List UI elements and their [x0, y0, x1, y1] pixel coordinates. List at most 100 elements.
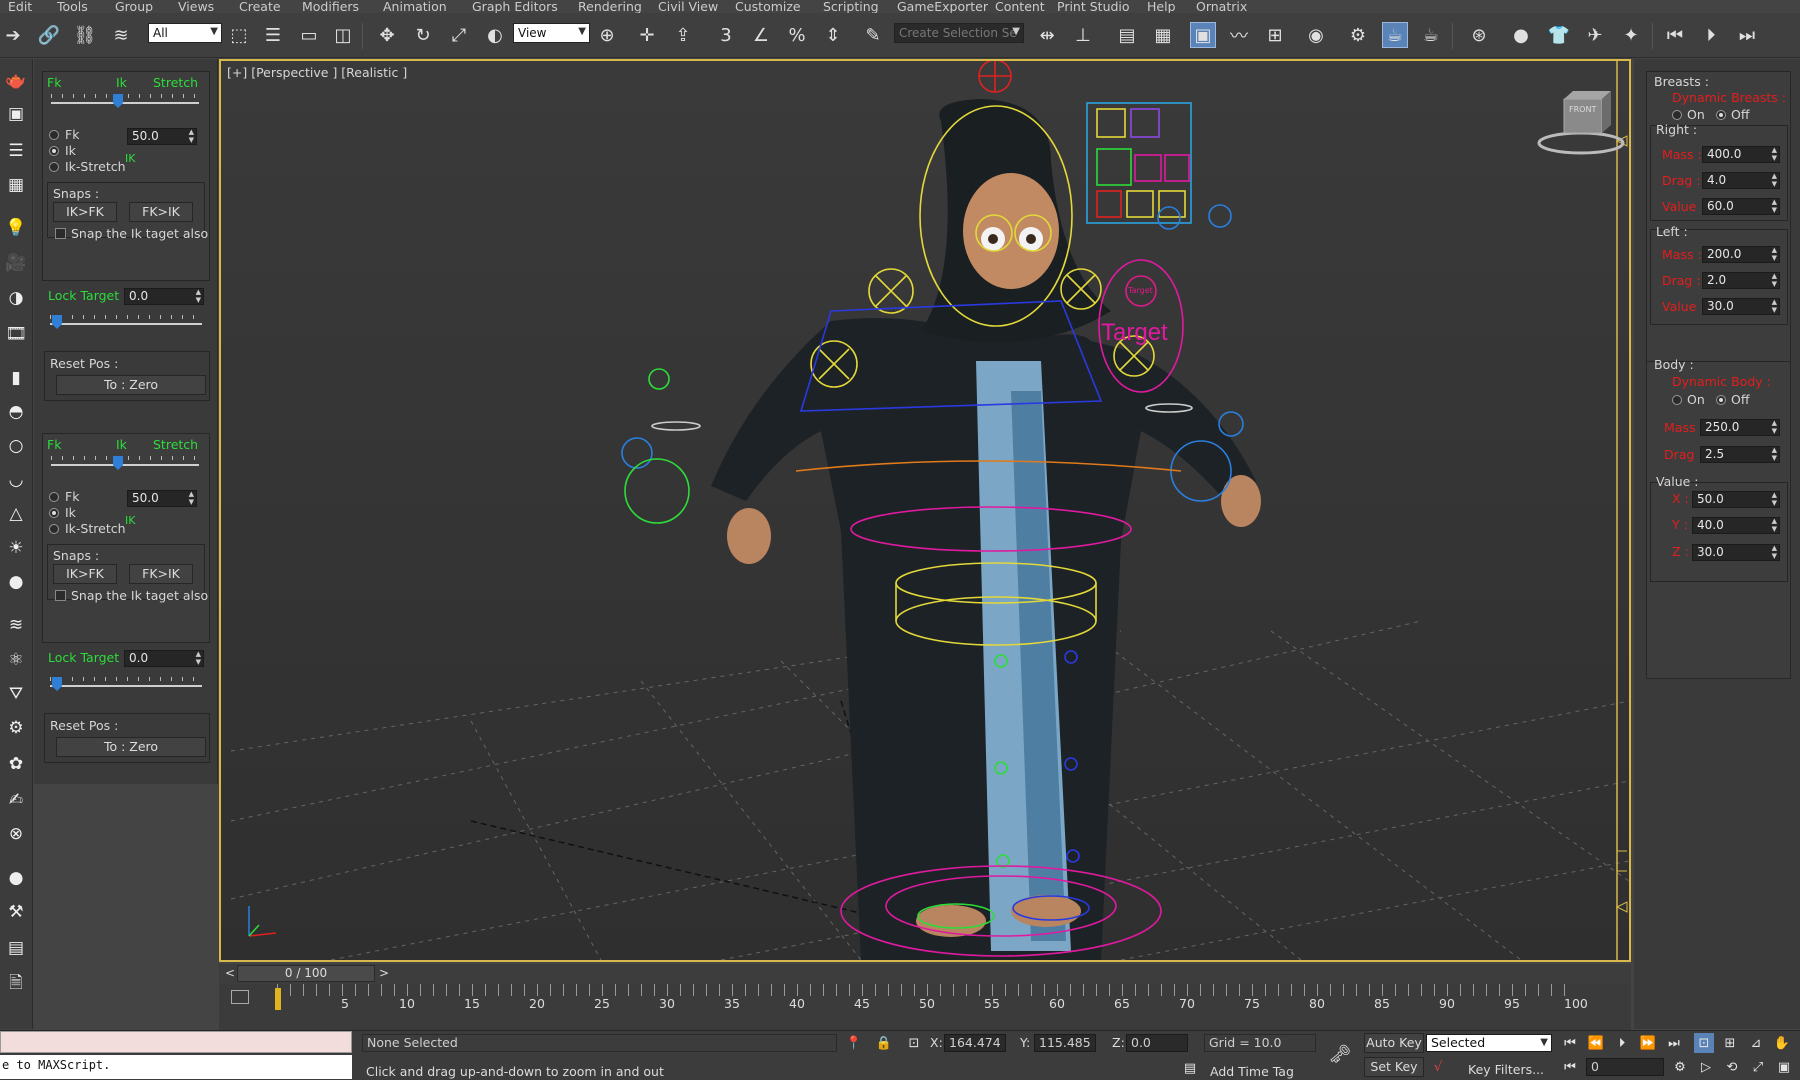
maxscript-listener[interactable] — [0, 1031, 352, 1053]
zoom-extents-icon[interactable]: ⊡ — [1694, 1033, 1714, 1053]
particle-icon[interactable]: ✦ — [1618, 22, 1644, 48]
trackbar-menu-icon[interactable] — [231, 990, 249, 1004]
scene-explorer-icon[interactable]: ▣ — [1190, 22, 1216, 48]
menu-graph-editors[interactable]: Graph Editors — [472, 0, 558, 13]
render-setup-icon[interactable]: ⚙ — [1345, 22, 1371, 48]
viewport-label[interactable]: [+] [Perspective ] [Realistic ] — [227, 65, 407, 80]
spinner-snap-icon[interactable]: ⇕ — [820, 22, 846, 48]
select-object-icon[interactable]: ⬚ — [226, 22, 252, 48]
scale-icon[interactable]: ⤢ — [446, 22, 472, 48]
ik-to-fk-button[interactable]: IK>FK — [53, 202, 117, 222]
rectangular-selection-icon[interactable]: ▭ — [296, 22, 322, 48]
mirror-icon[interactable]: ⇹ — [1034, 22, 1060, 48]
named-selection-input[interactable]: Create Selection Se ▼ — [894, 23, 1024, 43]
menu-help[interactable]: Help — [1147, 0, 1176, 13]
radio-ik-stretch[interactable] — [49, 524, 59, 534]
sun-icon[interactable]: ☀ — [3, 535, 29, 561]
move-icon[interactable]: ✥ — [374, 22, 400, 48]
edit-named-selection-icon[interactable]: ✎ — [860, 22, 886, 48]
auto-key-button[interactable]: Auto Key — [1364, 1033, 1424, 1053]
radio-ik-stretch[interactable] — [49, 162, 59, 172]
breasts-on-radio[interactable] — [1672, 110, 1682, 120]
menu-rendering[interactable]: Rendering — [578, 0, 642, 13]
menu-tools[interactable]: Tools — [57, 0, 88, 13]
molecule-icon[interactable]: ⚛ — [3, 647, 29, 673]
ik-to-fk-button[interactable]: IK>FK — [53, 564, 117, 584]
play-icon[interactable]: ⏵ — [1698, 22, 1724, 48]
hemisphere-icon[interactable]: ◓ — [3, 399, 29, 425]
zoom-icon[interactable]: ⊞ — [1720, 1033, 1740, 1053]
menu-edit[interactable]: Edit — [8, 0, 32, 13]
radio-ik[interactable] — [49, 508, 59, 518]
lock-target-slider-thumb[interactable] — [52, 315, 62, 329]
redo-icon[interactable]: ➔ — [0, 22, 26, 48]
select-by-name-icon[interactable]: ☰ — [260, 22, 286, 48]
right-mass-spinner[interactable]: 400.0 ▲ ▼ — [1702, 146, 1780, 163]
maxscript-output[interactable]: e to MAXScript. — [0, 1055, 352, 1079]
time-slider[interactable]: < 0 / 100 > — [219, 964, 1631, 984]
menu-content[interactable]: Content — [995, 0, 1045, 13]
wave-icon[interactable]: ≋ — [3, 612, 29, 638]
lock-target-slider-thumb[interactable] — [52, 677, 62, 691]
reset-to-zero-button[interactable]: To : Zero — [56, 375, 206, 395]
trackbar[interactable]: 5 10 15 20 25 30 35 40 45 50 55 60 65 70… — [219, 984, 1631, 1030]
key-mode-toggle-icon[interactable]: ⏮ — [1560, 1057, 1580, 1077]
light-icon[interactable]: 💡 — [3, 215, 29, 241]
gear-icon[interactable]: ⚙ — [3, 715, 29, 741]
current-frame-marker[interactable] — [275, 988, 281, 1010]
menu-animation[interactable]: Animation — [383, 0, 447, 13]
align-icon[interactable]: ⊥ — [1070, 22, 1096, 48]
menu-create[interactable]: Create — [239, 0, 281, 13]
hair-brush-icon[interactable]: ✈ — [1582, 22, 1608, 48]
time-prev-button[interactable]: < — [225, 966, 235, 980]
lock-target-slider[interactable] — [50, 323, 202, 325]
current-frame-field[interactable]: 0 — [1586, 1058, 1664, 1076]
z-coordinate-field[interactable]: 0.0 — [1126, 1034, 1188, 1052]
grid-icon[interactable]: ▦ — [3, 172, 29, 198]
menu-views[interactable]: Views — [178, 0, 214, 13]
x-coordinate-field[interactable]: 164.474 — [944, 1034, 1006, 1052]
isolate-selection-icon[interactable]: 📍 — [844, 1033, 864, 1053]
body-off-radio[interactable] — [1716, 395, 1726, 405]
key-mode-select[interactable]: Selected ▼ — [1426, 1034, 1552, 1052]
transform-gizmo-icon[interactable]: ✛ — [634, 22, 660, 48]
lock-target-spinner[interactable]: 0.0 ▲ ▼ — [124, 288, 204, 305]
viewport-scene[interactable] — [221, 61, 1629, 960]
cone-icon[interactable]: △ — [3, 501, 29, 527]
play-icon[interactable]: ⏵ — [1612, 1033, 1632, 1053]
snap-target-checkbox[interactable] — [55, 228, 66, 239]
time-slider-thumb[interactable]: 0 / 100 — [237, 965, 375, 982]
sphere-icon[interactable]: ○ — [3, 433, 29, 459]
right-value-spinner[interactable]: 60.0 ▲ ▼ — [1702, 198, 1780, 215]
body-drag-spinner[interactable]: 2.5 ▲ ▼ — [1700, 446, 1780, 463]
link-icon[interactable]: 🔗 — [36, 22, 62, 48]
key-filters-button[interactable]: Key Filters... — [1468, 1062, 1544, 1077]
go-to-end-icon[interactable]: ⏭ — [1664, 1033, 1684, 1053]
ox-icon[interactable]: ⊗ — [3, 821, 29, 847]
render-frame-icon[interactable]: ☕ — [1382, 22, 1408, 48]
next-frame-icon[interactable]: ⏩ — [1638, 1033, 1658, 1053]
film-icon[interactable]: 🎞 — [3, 321, 29, 347]
viewcube-face-label[interactable]: FRONT — [1569, 105, 1596, 114]
bowl-icon[interactable]: ◡ — [3, 467, 29, 493]
absolute-mode-icon[interactable]: ⊡ — [904, 1033, 924, 1053]
pyramid-icon[interactable]: ⛛ — [3, 681, 29, 707]
layer-explorer-icon[interactable]: ▤ — [1114, 22, 1140, 48]
snaps-toggle-icon[interactable]: 3 — [713, 22, 739, 48]
go-to-start-icon[interactable]: ⏮ — [1560, 1033, 1580, 1053]
hair-fur-icon[interactable]: ✍ — [3, 787, 29, 813]
pivot-center-icon[interactable]: ⊕ — [594, 22, 620, 48]
add-time-tag-icon[interactable]: ▤ — [1180, 1058, 1200, 1078]
tools-icon[interactable]: ⚒ — [3, 899, 29, 925]
left-mass-spinner[interactable]: 200.0 ▲ ▼ — [1702, 246, 1780, 263]
perspective-viewport[interactable]: [+] [Perspective ] [Realistic ] Target T… — [219, 59, 1631, 962]
field-of-view-icon[interactable]: ⊿ — [1746, 1033, 1766, 1053]
y-coordinate-field[interactable]: 115.485 — [1034, 1034, 1096, 1052]
breasts-off-radio[interactable] — [1716, 110, 1726, 120]
body-mass-spinner[interactable]: 250.0 ▲ ▼ — [1700, 419, 1780, 436]
left-drag-spinner[interactable]: 2.0 ▲ ▼ — [1702, 272, 1780, 289]
radio-ik[interactable] — [49, 146, 59, 156]
image-plane-icon[interactable]: ▣ — [3, 101, 29, 127]
schematic-view-icon[interactable]: ⊞ — [1262, 22, 1288, 48]
body-on-radio[interactable] — [1672, 395, 1682, 405]
